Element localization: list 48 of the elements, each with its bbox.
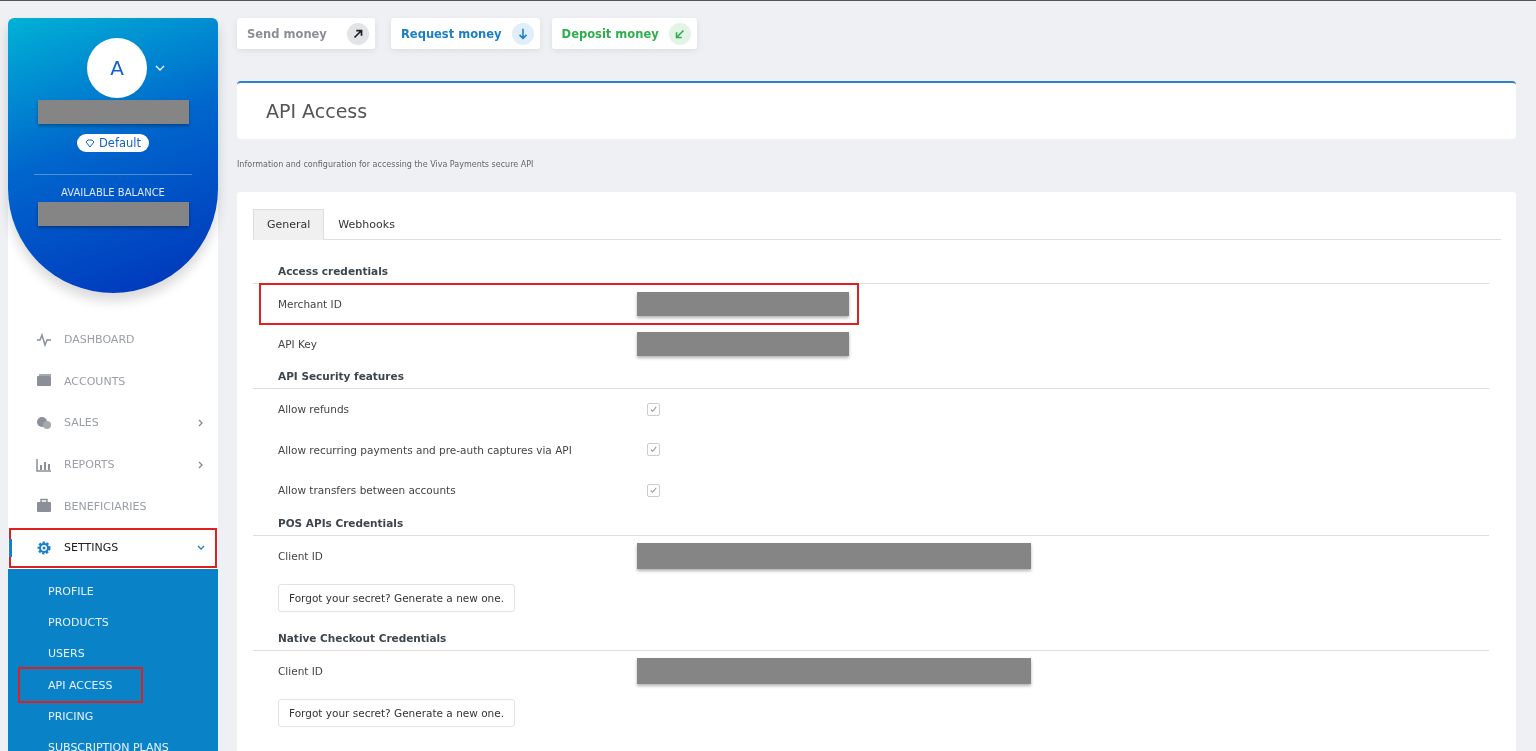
nav-icon	[36, 456, 52, 473]
option-label: Allow recurring payments and pre-auth captures via API	[278, 443, 573, 456]
avatar[interactable]: A	[87, 38, 147, 98]
nav-icon	[36, 539, 52, 556]
action-button[interactable]: Deposit money	[551, 18, 697, 49]
nav-item[interactable]: BENEFICIARIES	[8, 485, 218, 527]
option-label: Allow transfers between accounts	[278, 484, 457, 497]
checkbox[interactable]	[647, 402, 660, 416]
nav-item[interactable]: DASHBOARD	[8, 319, 218, 361]
submenu-item[interactable]: API ACCESS	[20, 669, 141, 701]
badge-label: Default	[99, 136, 141, 150]
option-label: Allow refunds	[278, 403, 351, 416]
chevron-down-icon[interactable]	[155, 64, 165, 72]
checkbox[interactable]	[647, 483, 660, 497]
action-button[interactable]: Request money	[391, 18, 540, 49]
tab[interactable]: General	[253, 209, 325, 240]
diamond-icon	[85, 138, 95, 148]
nav-item[interactable]: ACCOUNTS	[8, 360, 218, 403]
generate-secret-button[interactable]: Forgot your secret? Generate a new one.	[278, 698, 516, 727]
page-title: API Access	[266, 100, 368, 122]
field-label: API Key	[278, 338, 318, 350]
field-label: Client ID	[278, 664, 324, 677]
section-heading: API Security features	[253, 364, 1489, 389]
submenu-item[interactable]: USERS	[20, 638, 99, 670]
submenu-item[interactable]: SUBSCRIPTION PLANS	[20, 732, 183, 751]
nav-item[interactable]: REPORTS	[8, 443, 218, 486]
section-heading: Access credentials	[253, 259, 1489, 284]
nav-icon	[36, 498, 52, 515]
checkmark-icon	[649, 445, 658, 455]
checkmark-icon	[649, 485, 658, 495]
submenu-item[interactable]: PRODUCTS	[20, 606, 123, 639]
checkbox[interactable]	[647, 443, 660, 457]
field-label: Client ID	[278, 549, 324, 562]
nav-icon	[36, 331, 52, 348]
submenu-item[interactable]: PROFILE	[20, 575, 108, 607]
section-heading: Native Checkout Credentials	[253, 625, 1489, 651]
nav-item[interactable]: SALES	[8, 402, 218, 444]
checkmark-icon	[649, 404, 658, 414]
page-description: Information and configuration for accessing the Viva Payments secure API	[237, 160, 535, 169]
nav-icon	[36, 415, 52, 431]
nav-item[interactable]: SETTINGS	[8, 526, 218, 569]
section-heading: POS APIs Credentials	[253, 510, 1489, 536]
generate-secret-button[interactable]: Forgot your secret? Generate a new one.	[278, 583, 516, 612]
balance-label: AVAILABLE BALANCE	[61, 187, 165, 198]
submenu-item[interactable]: PRICING	[20, 700, 108, 733]
action-button[interactable]: Send money	[237, 18, 375, 49]
field-label: Merchant ID	[278, 298, 343, 310]
tab[interactable]: Webhooks	[324, 209, 409, 240]
